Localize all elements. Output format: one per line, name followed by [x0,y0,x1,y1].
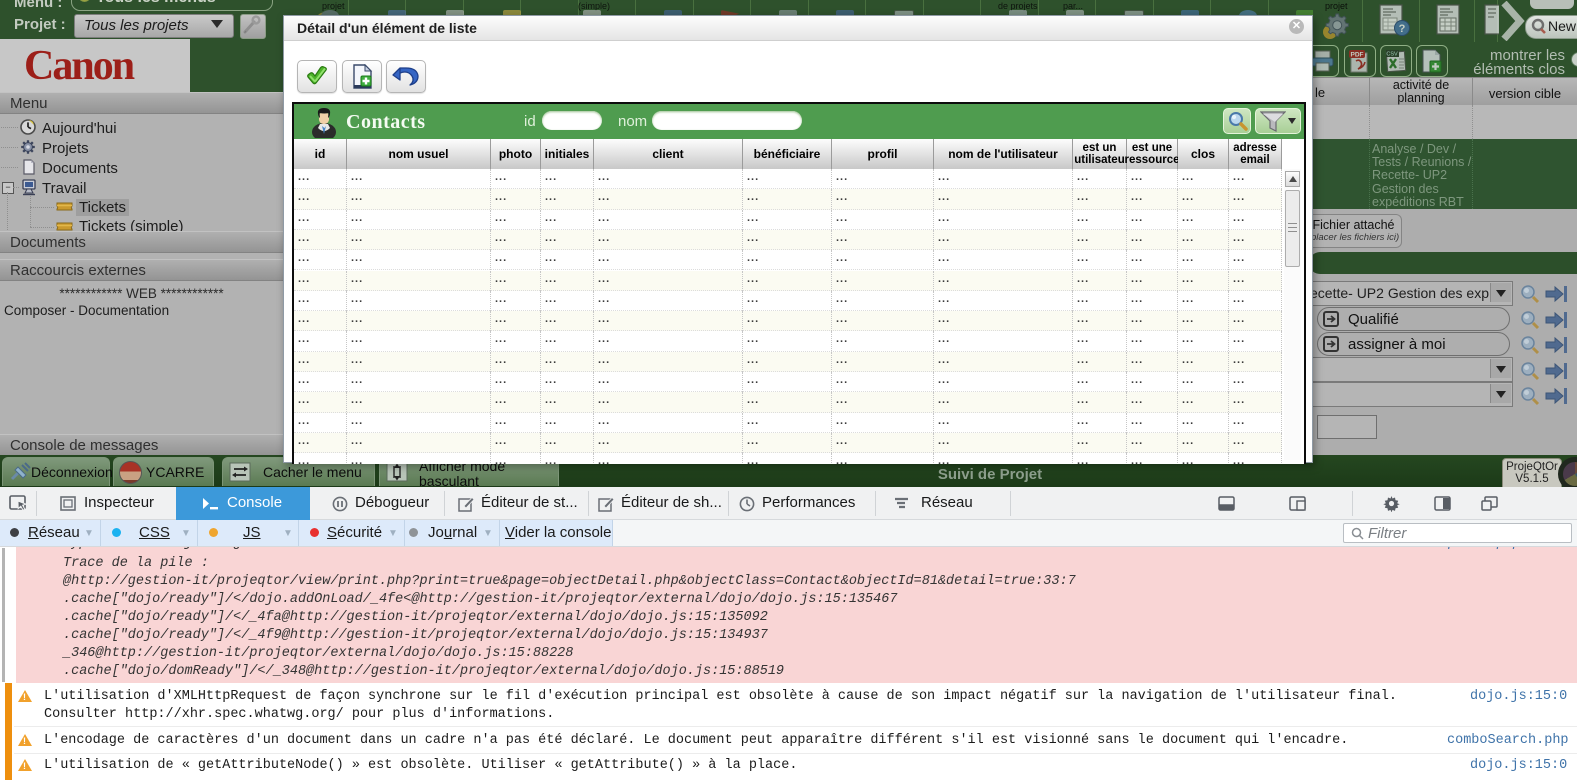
svg-text:?: ? [1399,23,1406,35]
svg-text:PDF: PDF [1351,52,1364,59]
svg-text:CSV: CSV [1386,52,1398,58]
